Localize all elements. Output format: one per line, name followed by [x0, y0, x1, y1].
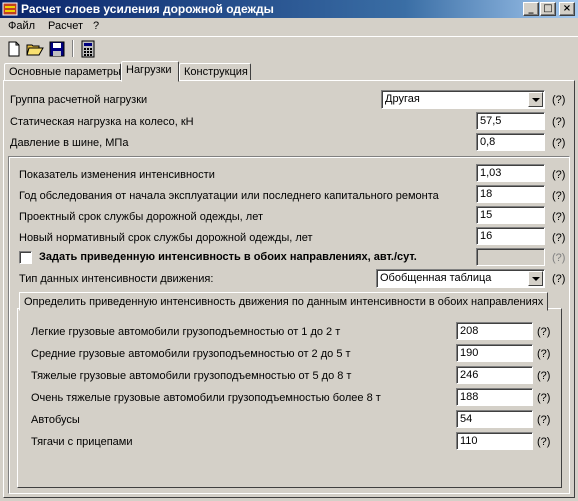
help-load-group[interactable]: (?): [552, 94, 565, 106]
chevron-down-icon[interactable]: [528, 271, 543, 286]
menu-calc[interactable]: Расчет: [48, 20, 83, 32]
data-type-label: Тип данных интенсивности движения:: [19, 273, 214, 285]
minimize-button[interactable]: _: [523, 2, 539, 16]
pressure-label: Давление в шине, МПа: [10, 137, 129, 149]
calculator-icon[interactable]: [79, 40, 97, 58]
vehicle-input[interactable]: 110: [456, 432, 533, 450]
menu-file[interactable]: Файл: [8, 20, 35, 32]
vehicle-input[interactable]: 54: [456, 410, 533, 428]
help-vehicle[interactable]: (?): [537, 436, 550, 448]
vehicle-label: Тяжелые грузовые автомобили грузоподъемн…: [31, 370, 352, 382]
help-data-type[interactable]: (?): [552, 273, 565, 285]
static-load-label: Статическая нагрузка на колесо, кН: [10, 116, 194, 128]
design-life-input[interactable]: 15: [476, 206, 545, 224]
vehicle-label: Средние грузовые автомобили грузоподъемн…: [31, 348, 351, 360]
chevron-down-icon[interactable]: [528, 92, 543, 107]
vehicle-input[interactable]: 246: [456, 366, 533, 384]
set-reduced-input[interactable]: [476, 248, 545, 266]
help-set-reduced[interactable]: (?): [552, 252, 565, 264]
vehicle-input[interactable]: 190: [456, 344, 533, 362]
set-reduced-label[interactable]: Задать приведенную интенсивность в обоих…: [39, 251, 417, 263]
toolbar-separator: [72, 40, 74, 57]
help-vehicle[interactable]: (?): [537, 326, 550, 338]
vehicle-label: Очень тяжелые грузовые автомобили грузоп…: [31, 392, 381, 404]
vehicle-input[interactable]: 208: [456, 322, 533, 340]
rate-label: Показатель изменения интенсивности: [19, 169, 215, 181]
menu-help[interactable]: ?: [93, 20, 99, 32]
vehicle-input[interactable]: 188: [456, 388, 533, 406]
survey-year-label: Год обследования от начала эксплуатации …: [19, 190, 439, 202]
survey-year-input[interactable]: 18: [476, 185, 545, 203]
new-life-input[interactable]: 16: [476, 227, 545, 245]
vehicle-label: Автобусы: [31, 414, 80, 426]
load-group-select[interactable]: Другая: [381, 90, 545, 109]
app-icon: [2, 2, 18, 16]
load-group-value: Другая: [385, 93, 420, 105]
help-survey-year[interactable]: (?): [552, 190, 565, 202]
tab-loads[interactable]: Нагрузки: [121, 61, 179, 82]
vehicle-label: Тягачи с прицепами: [31, 436, 133, 448]
save-icon[interactable]: [48, 40, 66, 58]
help-pressure[interactable]: (?): [552, 137, 565, 149]
close-button[interactable]: ×: [559, 2, 575, 16]
data-type-value: Обобщенная таблица: [380, 272, 492, 284]
help-rate[interactable]: (?): [552, 169, 565, 181]
static-load-input[interactable]: 57,5: [476, 112, 545, 130]
help-static-load[interactable]: (?): [552, 116, 565, 128]
help-design-life[interactable]: (?): [552, 211, 565, 223]
data-type-select[interactable]: Обобщенная таблица: [376, 269, 545, 288]
window-title: Расчет слоев усиления дорожной одежды: [21, 2, 274, 16]
new-document-icon[interactable]: [5, 40, 23, 58]
tab-main-params[interactable]: Основные параметры: [4, 63, 121, 81]
help-vehicle[interactable]: (?): [537, 370, 550, 382]
design-life-label: Проектный срок службы дорожной одежды, л…: [19, 211, 263, 223]
menu-bar: Файл Расчет ?: [0, 18, 578, 35]
pressure-input[interactable]: 0,8: [476, 133, 545, 151]
toolbar: [0, 36, 578, 58]
help-vehicle[interactable]: (?): [537, 392, 550, 404]
tab-reduced-intensity[interactable]: Определить приведенную интенсивность дви…: [19, 292, 549, 311]
tab-construction[interactable]: Конструкция: [179, 63, 251, 81]
new-life-label: Новый нормативный срок службы дорожной о…: [19, 232, 313, 244]
maximize-button[interactable]: □: [540, 2, 556, 16]
help-vehicle[interactable]: (?): [537, 414, 550, 426]
title-bar: Расчет слоев усиления дорожной одежды _ …: [0, 0, 578, 18]
help-new-life[interactable]: (?): [552, 232, 565, 244]
vehicle-label: Легкие грузовые автомобили грузоподъемно…: [31, 326, 341, 338]
open-folder-icon[interactable]: [26, 40, 44, 58]
help-vehicle[interactable]: (?): [537, 348, 550, 360]
rate-input[interactable]: 1,03: [476, 164, 545, 182]
load-group-label: Группа расчетной нагрузки: [10, 94, 148, 106]
set-reduced-checkbox[interactable]: [19, 251, 32, 264]
